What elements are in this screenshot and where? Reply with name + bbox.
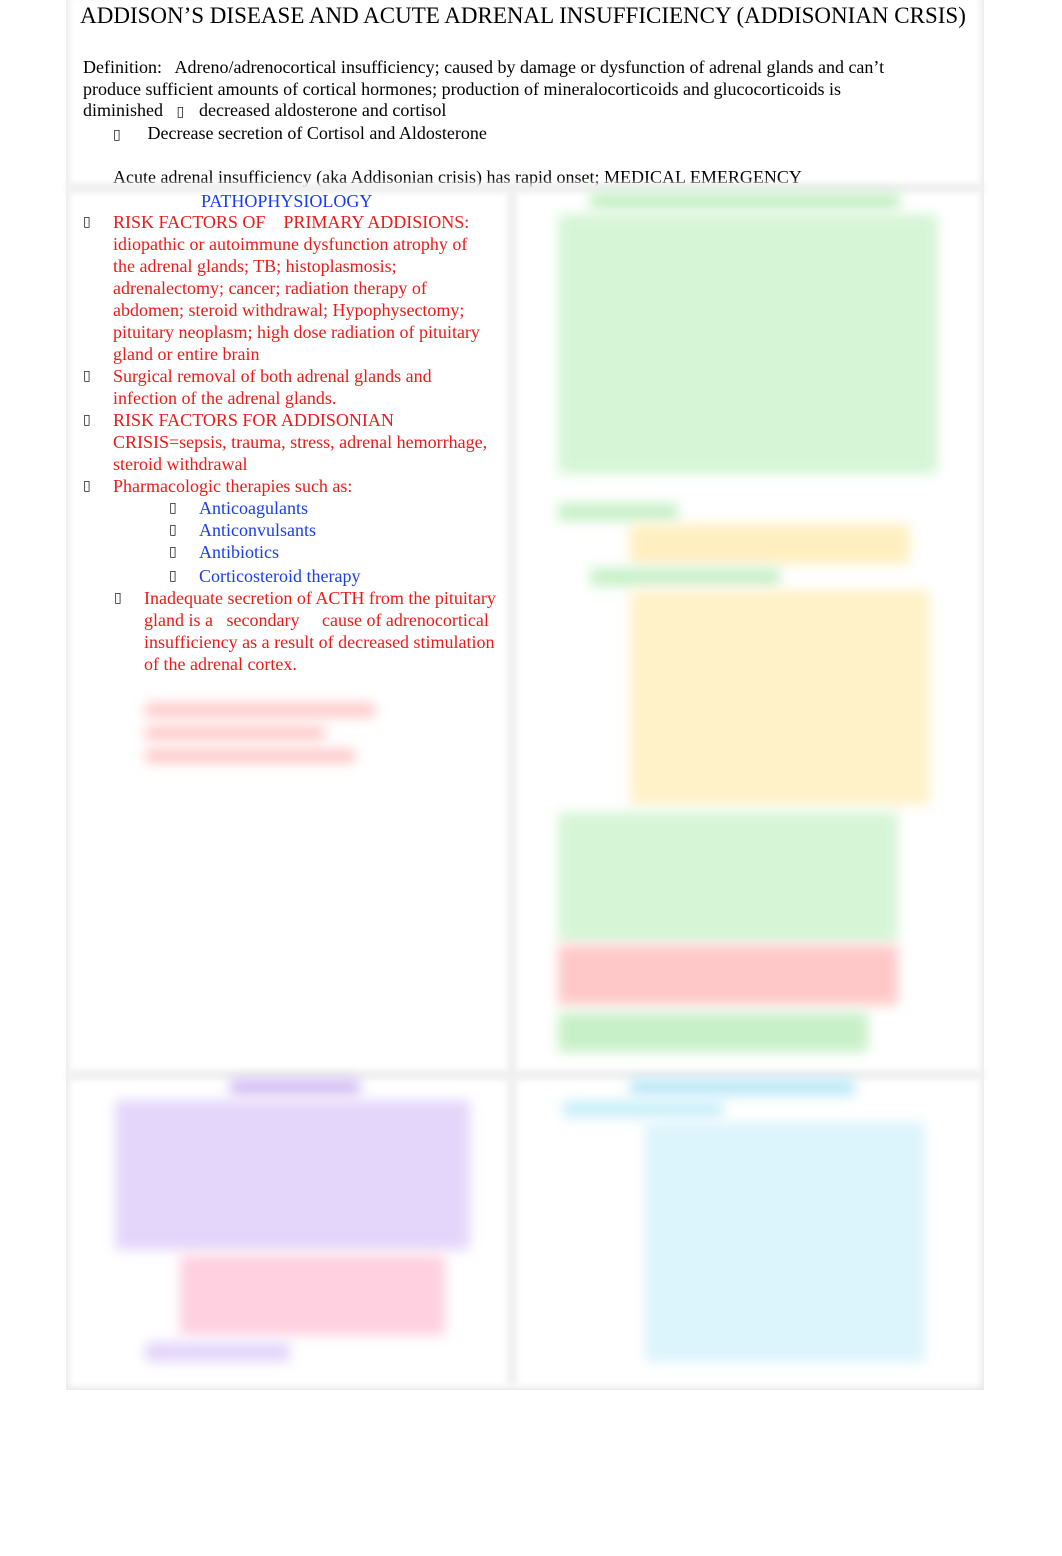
blurred-text-block bbox=[558, 945, 898, 1005]
blurred-heading bbox=[230, 1078, 360, 1096]
blurred-text-block bbox=[145, 749, 355, 763]
drug-text: Corticosteroid therapy bbox=[199, 566, 361, 586]
drug-item: ▯ Anticonvulsants bbox=[83, 519, 493, 541]
risk-label-primary: PRIMARY ADDISIONS: bbox=[283, 212, 470, 232]
blurred-text-block bbox=[645, 1122, 925, 1362]
document-title: ADDISON’S DISEASE AND ACUTE ADRENAL INSU… bbox=[80, 3, 966, 28]
definition-arrow-text: decreased aldosterone and cortisol bbox=[199, 100, 447, 120]
pathophysiology-heading: PATHOPHYSIOLOGY bbox=[201, 191, 373, 211]
definition-label: Definition: bbox=[83, 57, 162, 77]
definition-paragraph: Definition: Adreno/adrenocortical insuff… bbox=[83, 57, 913, 124]
list-item: ▯ Pharmacologic therapies such as: bbox=[83, 475, 493, 497]
bullet-icon: ▯ bbox=[83, 368, 91, 384]
list-item-text: Surgical removal of both adrenal glands … bbox=[113, 366, 432, 408]
bullet-icon: ▯ bbox=[169, 568, 177, 584]
blurred-text-block bbox=[590, 568, 780, 586]
blurred-text-block bbox=[563, 1100, 723, 1118]
list-item: ▯ Surgical removal of both adrenal gland… bbox=[83, 365, 493, 409]
column-divider bbox=[507, 185, 517, 1385]
blurred-text-block bbox=[145, 703, 375, 717]
blurred-text-block bbox=[558, 812, 898, 942]
risk-text: idiopathic or autoimmune dysfunction atr… bbox=[113, 234, 480, 364]
blurred-text-block bbox=[558, 214, 938, 474]
blurred-text-block bbox=[145, 726, 325, 740]
blurred-text-block bbox=[630, 524, 910, 564]
drug-text: Anticonvulsants bbox=[199, 520, 316, 540]
blurred-heading bbox=[590, 192, 900, 210]
list-item: ▯ RISK FACTORS FOR ADDISONIAN CRISIS=sep… bbox=[83, 409, 493, 475]
arrow-icon: ▯ bbox=[176, 104, 185, 120]
blurred-text-block bbox=[115, 1100, 470, 1250]
sub-bullet-text: Decrease secretion of Cortisol and Aldos… bbox=[147, 123, 487, 143]
secondary-cause-item: ▯ Inadequate secretion of ACTH from the … bbox=[83, 587, 504, 675]
bullet-icon: ▯ bbox=[113, 127, 121, 143]
drug-text: Antibiotics bbox=[199, 542, 279, 562]
blurred-text-block bbox=[558, 1012, 868, 1052]
blurred-text-block bbox=[180, 1255, 445, 1335]
drug-item: ▯ Antibiotics bbox=[83, 541, 493, 563]
drug-item: ▯ Anticoagulants bbox=[83, 497, 493, 519]
blurred-text-block bbox=[145, 1342, 290, 1362]
list-item-text: RISK FACTORS FOR ADDISONIAN CRISIS=sepsi… bbox=[113, 410, 488, 474]
drug-item: ▯ Corticosteroid therapy bbox=[83, 565, 493, 587]
pathophysiology-list: ▯ RISK FACTORS OF PRIMARY ADDISIONS: idi… bbox=[83, 211, 496, 675]
secondary-keyword: secondary bbox=[226, 610, 300, 630]
list-item: ▯ RISK FACTORS OF PRIMARY ADDISIONS: idi… bbox=[83, 211, 493, 365]
bullet-icon: ▯ bbox=[83, 412, 91, 428]
blurred-text-block bbox=[630, 590, 930, 805]
bullet-icon: ▯ bbox=[169, 544, 177, 560]
bullet-icon: ▯ bbox=[114, 590, 122, 606]
bullet-icon: ▯ bbox=[169, 522, 177, 538]
blurred-text-block bbox=[558, 503, 678, 521]
risk-label: RISK FACTORS OF bbox=[113, 212, 266, 232]
bullet-icon: ▯ bbox=[169, 500, 177, 516]
bullet-icon: ▯ bbox=[83, 214, 91, 230]
list-item-text: Pharmacologic therapies such as: bbox=[113, 476, 353, 496]
drug-text: Anticoagulants bbox=[199, 498, 308, 518]
blurred-heading bbox=[630, 1078, 855, 1096]
bullet-icon: ▯ bbox=[83, 478, 91, 494]
sub-bullet: ▯ Decrease secretion of Cortisol and Ald… bbox=[113, 122, 487, 146]
